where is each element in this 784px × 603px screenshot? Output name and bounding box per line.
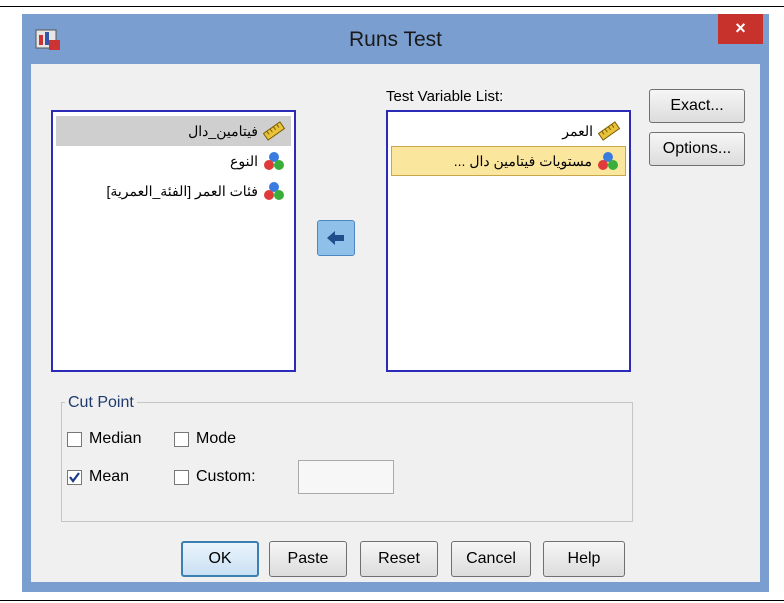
median-label[interactable]: Median [89,430,141,448]
paste-button[interactable]: Paste [269,541,347,577]
list-item-age-groups[interactable]: فئات العمر [الفئة_العمرية] [56,176,291,206]
nominal-balls-icon [597,151,619,171]
dialog-title: Runs Test [349,28,442,51]
exact-button[interactable]: Exact... [649,89,745,123]
mode-checkbox[interactable] [174,432,189,447]
mode-label[interactable]: Mode [196,430,236,448]
mean-checkbox[interactable] [67,470,82,485]
options-button[interactable]: Options... [649,132,745,166]
cancel-button[interactable]: Cancel [451,541,531,577]
custom-value-input[interactable] [298,460,394,494]
dialog-body: فيتامين_دال النوع فئات العمر [الفئة_العم… [31,64,760,582]
runs-test-dialog: Runs Test × فيتامين_دال النوع فئات العمر… [22,14,769,592]
close-button[interactable]: × [718,14,763,44]
list-item-vitamin-d[interactable]: فيتامين_دال [56,116,291,146]
test-variable-list-label: Test Variable List: [386,88,504,105]
list-item-age[interactable]: العمر [391,116,626,146]
median-checkbox[interactable] [67,432,82,447]
nominal-balls-icon [263,151,285,171]
test-variable-list[interactable]: العمر مستويات فيتامين دال ... [386,110,631,372]
bottom-rule [0,600,784,601]
list-item-label: النوع [230,152,258,169]
custom-label[interactable]: Custom: [196,468,256,486]
help-button[interactable]: Help [543,541,625,577]
list-item-gender[interactable]: النوع [56,146,291,176]
mean-label[interactable]: Mean [89,468,129,486]
ok-button[interactable]: OK [181,541,259,577]
cut-point-title: Cut Point [65,394,137,412]
nominal-balls-icon [263,181,285,201]
custom-checkbox[interactable] [174,470,189,485]
source-variable-list[interactable]: فيتامين_دال النوع فئات العمر [الفئة_العم… [51,110,296,372]
list-item-label: فئات العمر [الفئة_العمرية] [106,182,258,199]
list-item-label: مستويات فيتامين دال ... [453,152,592,169]
list-item-vitamin-d-levels[interactable]: مستويات فيتامين دال ... [391,146,626,176]
list-item-label: العمر [562,122,593,139]
title-bar[interactable]: Runs Test × [22,14,769,64]
list-item-label: فيتامين_دال [188,122,258,139]
arrow-left-icon [318,231,354,259]
ruler-scale-icon [597,121,621,141]
move-variable-button[interactable] [317,220,355,256]
top-rule [0,6,784,7]
reset-button[interactable]: Reset [360,541,438,577]
ruler-scale-icon [262,121,286,141]
